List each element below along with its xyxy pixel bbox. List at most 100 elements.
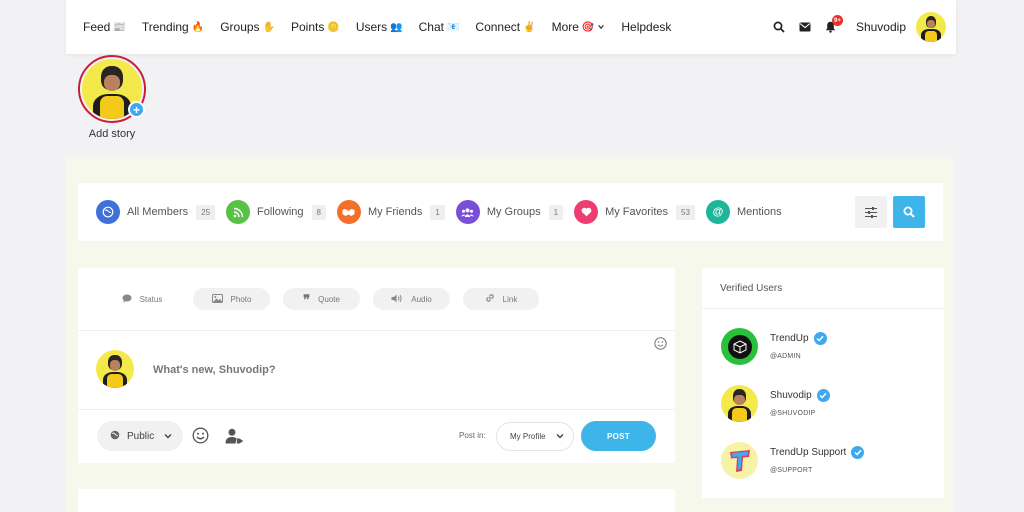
search-icon — [903, 206, 915, 218]
nav-label: More — [551, 20, 579, 34]
nav-actions: 9+ Shuvodip — [766, 12, 956, 42]
chat-bubble-icon — [122, 294, 132, 305]
nav-label: Trending — [141, 20, 189, 34]
filter-my-favorites[interactable]: My Favorites 53 — [574, 200, 695, 224]
filter-count: 1 — [430, 204, 445, 220]
privacy-select[interactable]: Public — [97, 421, 183, 451]
nav-users[interactable]: Users 👥 — [356, 20, 403, 34]
add-story-label: Add story — [88, 128, 136, 140]
nav-more[interactable]: More 🎯 — [552, 20, 606, 34]
post-text-input[interactable]: What's new, Shuvodip? — [153, 364, 276, 376]
search-button[interactable] — [766, 14, 792, 40]
users-icon: 👥 — [390, 21, 403, 33]
nav-label: Feed — [83, 20, 111, 34]
filter-my-groups[interactable]: My Groups 1 — [455, 200, 564, 224]
tab-label: Link — [502, 294, 518, 304]
hand-icon: ✋ — [262, 21, 275, 33]
link-icon — [485, 293, 495, 305]
smiley-icon — [192, 427, 209, 444]
post-in-value: My Profile — [510, 432, 546, 441]
notifications-button[interactable]: 9+ — [818, 14, 844, 40]
post-in-select[interactable]: My Profile — [496, 422, 574, 451]
emoji-picker-button[interactable] — [654, 337, 667, 355]
emoji-button[interactable] — [192, 427, 209, 449]
nav-points[interactable]: Points 🪙 — [291, 20, 340, 34]
chevron-down-icon — [556, 432, 564, 441]
sliders-icon — [865, 206, 877, 218]
filter-count: 1 — [548, 204, 564, 220]
tag-user-button[interactable] — [225, 428, 244, 449]
at-sign-icon: @ — [705, 200, 730, 224]
user-tag-icon — [225, 428, 244, 444]
plus-icon[interactable]: + — [128, 101, 145, 118]
verified-user-name[interactable]: TrendUp — [770, 332, 827, 345]
filter-count: 53 — [676, 204, 695, 220]
verified-user-handle: @ADMIN — [770, 353, 801, 360]
filter-label: All Members — [127, 206, 189, 218]
quote-icon: ❞ — [303, 291, 311, 307]
globe-icon — [96, 200, 120, 224]
news-icon: 📰 — [113, 21, 126, 33]
group-icon — [455, 200, 480, 224]
handshake-icon — [336, 200, 361, 224]
divider — [702, 308, 944, 309]
filter-label: Following — [257, 206, 304, 218]
tab-link[interactable]: Link — [463, 288, 539, 310]
verified-user-name[interactable]: TrendUp Support — [770, 446, 865, 459]
nav-trending[interactable]: Trending 🔥 — [142, 20, 204, 34]
messages-button[interactable] — [792, 14, 818, 40]
tab-photo[interactable]: Photo — [193, 288, 270, 310]
post-in-label: Post in: — [459, 431, 486, 440]
widget-title: Verified Users — [720, 283, 783, 294]
verified-check-icon — [851, 446, 865, 459]
trendup-support-avatar[interactable] — [721, 442, 758, 479]
tab-label: Status — [139, 294, 163, 304]
trendup-logo-avatar[interactable] — [721, 328, 758, 365]
verified-user-name[interactable]: Shuvodip — [770, 389, 830, 402]
filter-settings-button[interactable] — [855, 196, 887, 228]
nav-feed[interactable]: Feed 📰 — [83, 20, 126, 34]
filter-label: My Groups — [486, 206, 541, 218]
nav-label: Points — [291, 20, 325, 34]
tab-audio[interactable]: Audio — [373, 288, 450, 310]
target-icon: 🎯 — [581, 21, 595, 33]
post-button[interactable]: POST — [581, 421, 656, 451]
chevron-down-icon — [598, 25, 605, 30]
tab-quote[interactable]: ❞ Quote — [283, 288, 360, 310]
top-navigation: Feed 📰 Trending 🔥 Groups ✋ Points 🪙 Users 👥 C… — [66, 0, 956, 54]
tab-label: Audio — [411, 294, 432, 304]
nav-label: Chat — [418, 20, 444, 34]
privacy-value: Public — [127, 430, 155, 442]
tab-status[interactable]: Status — [104, 288, 180, 310]
verified-user-handle: @SUPPORT — [770, 467, 813, 474]
smiley-icon — [654, 337, 667, 350]
image-icon — [211, 293, 223, 305]
filter-search-button[interactable] — [893, 196, 925, 228]
filter-label: My Friends — [367, 206, 423, 218]
tab-label: Quote — [318, 294, 340, 304]
user-name-text: TrendUp Support — [770, 447, 847, 458]
nav-label: Helpdesk — [621, 20, 672, 34]
nav-groups[interactable]: Groups ✋ — [220, 20, 275, 34]
nav-chat[interactable]: Chat 📧 — [419, 20, 460, 34]
filter-following[interactable]: Following 8 — [226, 200, 326, 224]
envelope-icon: 📧 — [446, 21, 460, 33]
filter-all-members[interactable]: All Members 25 — [96, 200, 216, 224]
filter-my-friends[interactable]: My Friends 1 — [336, 200, 445, 224]
user-avatar[interactable] — [916, 12, 946, 42]
divider — [78, 330, 675, 331]
coin-icon: 🪙 — [327, 21, 340, 33]
user-name[interactable]: Shuvodip — [856, 20, 906, 34]
verified-user-handle: @SHUVODIP — [770, 410, 816, 417]
nav-connect[interactable]: Connect ✌ — [475, 20, 535, 34]
verified-user-avatar[interactable] — [721, 385, 758, 422]
globe-icon — [110, 430, 120, 443]
activity-filter-bar: All Members 25 Following 8 My Friends 1 … — [78, 183, 943, 241]
filter-mentions[interactable]: @ Mentions — [705, 200, 782, 224]
filter-count: 25 — [196, 204, 216, 220]
speaker-icon — [391, 294, 403, 305]
nav-helpdesk[interactable]: Helpdesk — [621, 20, 671, 34]
notification-badge: 9+ — [831, 15, 843, 26]
nav-label: Connect — [475, 20, 521, 34]
search-icon — [773, 21, 785, 33]
